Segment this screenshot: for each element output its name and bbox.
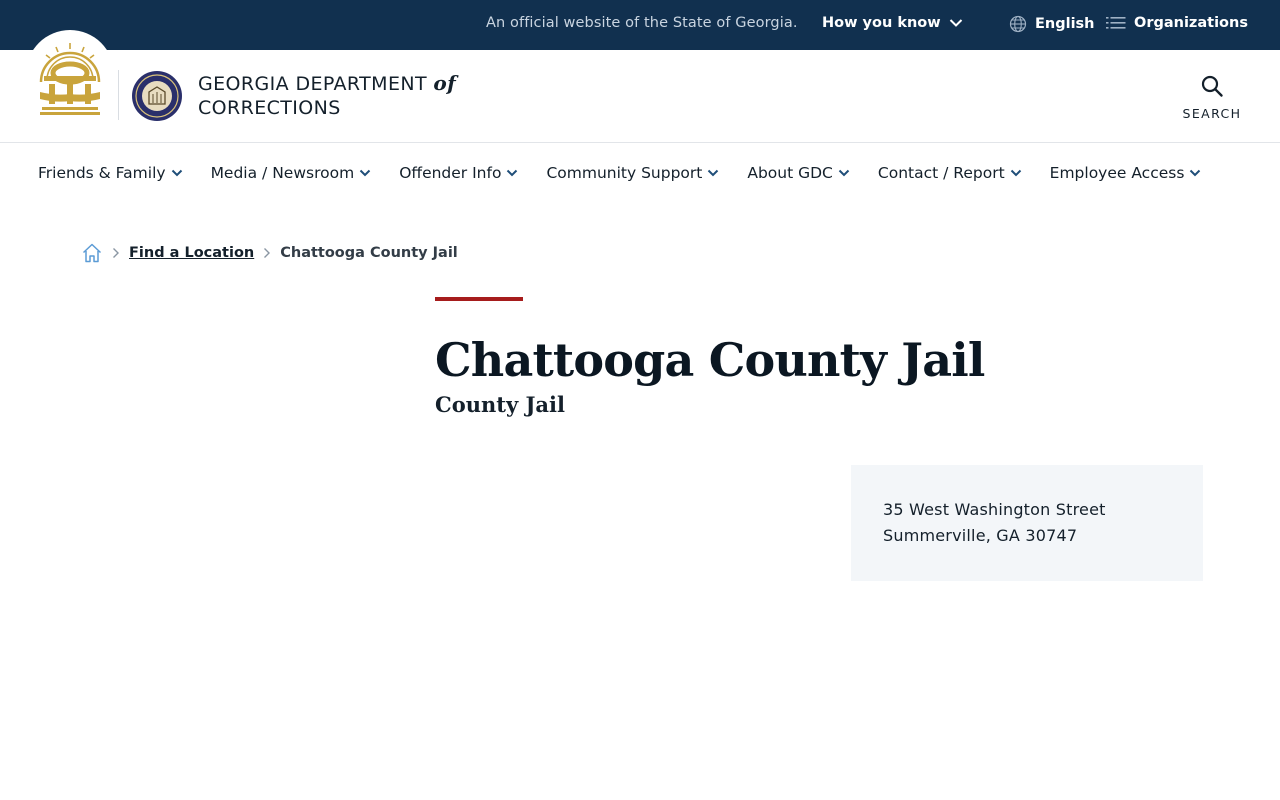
search-label: SEARCH [1182,106,1242,121]
address-card: 35 West Washington Street Summerville, G… [851,465,1203,581]
official-banner: An official website of the State of Geor… [0,0,1280,50]
chevron-down-icon [1010,169,1021,177]
nav-about-gdc[interactable]: About GDC [747,164,850,182]
nav-label: Employee Access [1049,164,1185,182]
nav-label: About GDC [747,164,833,182]
nav-label: Offender Info [399,164,502,182]
list-icon [1106,17,1126,29]
agency-brand-name[interactable]: GEORGIA DEPARTMENT of CORRECTIONS [198,71,456,120]
chevron-down-icon [171,169,182,177]
header-divider [0,142,1280,143]
page-title: Chattooga County Jail [435,333,985,387]
chevron-down-icon [507,169,518,177]
page-subtitle: County Jail [435,392,565,417]
nav-friends-family[interactable]: Friends & Family [38,164,183,182]
chevron-down-icon [359,169,371,177]
brand-line-2: CORRECTIONS [198,97,341,119]
chevron-down-icon [1190,169,1201,177]
organizations-label: Organizations [1134,15,1248,31]
search-icon [1201,75,1223,97]
language-label: English [1035,16,1095,32]
logo-divider [118,70,119,120]
nav-offender-info[interactable]: Offender Info [399,164,518,182]
address-city: Summerville, GA 30747 [883,526,1078,545]
brand-of: of [433,71,457,95]
breadcrumb-find-location[interactable]: Find a Location [129,245,254,261]
how-you-know-toggle[interactable]: How you know [822,15,963,31]
chevron-down-icon [949,19,962,27]
nav-community-support[interactable]: Community Support [546,164,719,182]
breadcrumb: Find a Location Chattooga County Jail [81,242,458,264]
address-street: 35 West Washington Street [883,500,1106,519]
nav-label: Contact / Report [877,164,1005,182]
organizations-link[interactable]: Organizations [1106,15,1248,31]
official-site-text: An official website of the State of Geor… [486,15,798,31]
main-navigation: Friends & Family Media / Newsroom Offend… [38,164,1201,182]
nav-label: Community Support [546,164,703,182]
chevron-down-icon [708,169,719,177]
chevron-right-icon [113,248,119,258]
globe-icon [1009,15,1027,33]
georgia-arch-logo[interactable] [36,40,104,116]
gdc-seal-logo[interactable] [131,70,183,122]
brand-line-1: GEORGIA DEPARTMENT [198,73,427,95]
chevron-right-icon [264,248,271,258]
nav-contact-report[interactable]: Contact / Report [878,164,1022,182]
home-icon[interactable] [81,242,103,264]
nav-label: Friends & Family [38,164,166,182]
title-accent-bar [435,297,523,301]
how-you-know-label: How you know [822,15,941,31]
chevron-down-icon [838,169,850,177]
nav-label: Media / Newsroom [210,164,355,182]
breadcrumb-current: Chattooga County Jail [280,245,458,261]
nav-employee-access[interactable]: Employee Access [1050,164,1202,182]
nav-media-newsroom[interactable]: Media / Newsroom [211,164,372,182]
language-selector[interactable]: English [1009,15,1095,33]
search-button[interactable]: SEARCH [1178,74,1246,121]
